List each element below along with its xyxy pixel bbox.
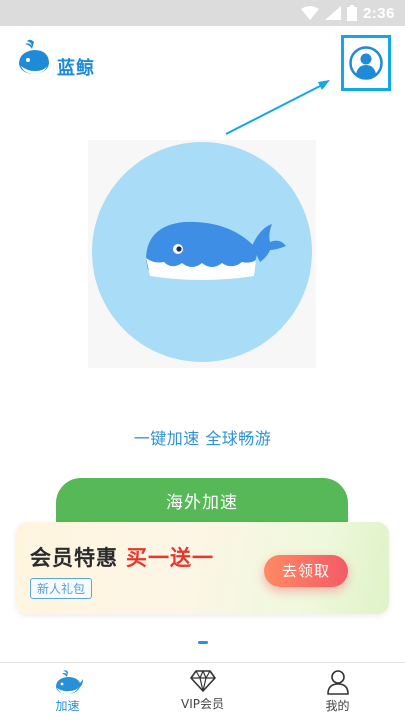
bottom-nav: 加速 VIP会员 我的: [0, 662, 405, 720]
nav-label-mine: 我的: [325, 699, 350, 713]
accelerate-button-label: 海外加速: [166, 493, 238, 513]
user-icon: [326, 670, 349, 695]
nav-label-accelerate: 加速: [55, 699, 80, 713]
whale-icon: [55, 670, 83, 694]
accelerate-button[interactable]: 海外加速: [56, 478, 348, 528]
whale-illustration-icon: [146, 221, 286, 280]
status-icons: 2:36: [300, 4, 395, 22]
diamond-icon: [189, 670, 216, 692]
app-title: 蓝鲸: [57, 58, 95, 79]
status-bar: 2:36: [0, 0, 405, 26]
promo-tag: 新人礼包: [30, 578, 93, 599]
promo-title-text: 会员特惠: [30, 546, 118, 570]
promo-highlight: 买一送一: [126, 546, 214, 570]
user-avatar-icon: [349, 46, 383, 80]
signal-icon: [324, 6, 341, 20]
status-time: 2:36: [362, 4, 395, 22]
promo-banner[interactable]: 会员特惠 买一送一 新人礼包 去领取: [16, 522, 389, 614]
whale-logo-icon: [19, 39, 49, 74]
wifi-icon: [300, 6, 319, 20]
app-brand: 蓝鲸: [15, 36, 95, 80]
nav-item-accelerate[interactable]: 加速: [0, 663, 135, 720]
slogan: 一键加速 全球畅游: [133, 429, 272, 448]
battery-icon: [346, 5, 357, 21]
nav-item-vip[interactable]: VIP会员: [135, 663, 270, 720]
page-indicator: [198, 641, 208, 644]
profile-button[interactable]: [341, 35, 391, 91]
claim-button[interactable]: 去领取: [264, 555, 348, 587]
hero-illustration: [92, 142, 312, 362]
nav-item-mine[interactable]: 我的: [270, 663, 405, 720]
nav-label-vip: VIP会员: [181, 697, 224, 711]
promo-title: 会员特惠 买一送一: [30, 542, 214, 572]
